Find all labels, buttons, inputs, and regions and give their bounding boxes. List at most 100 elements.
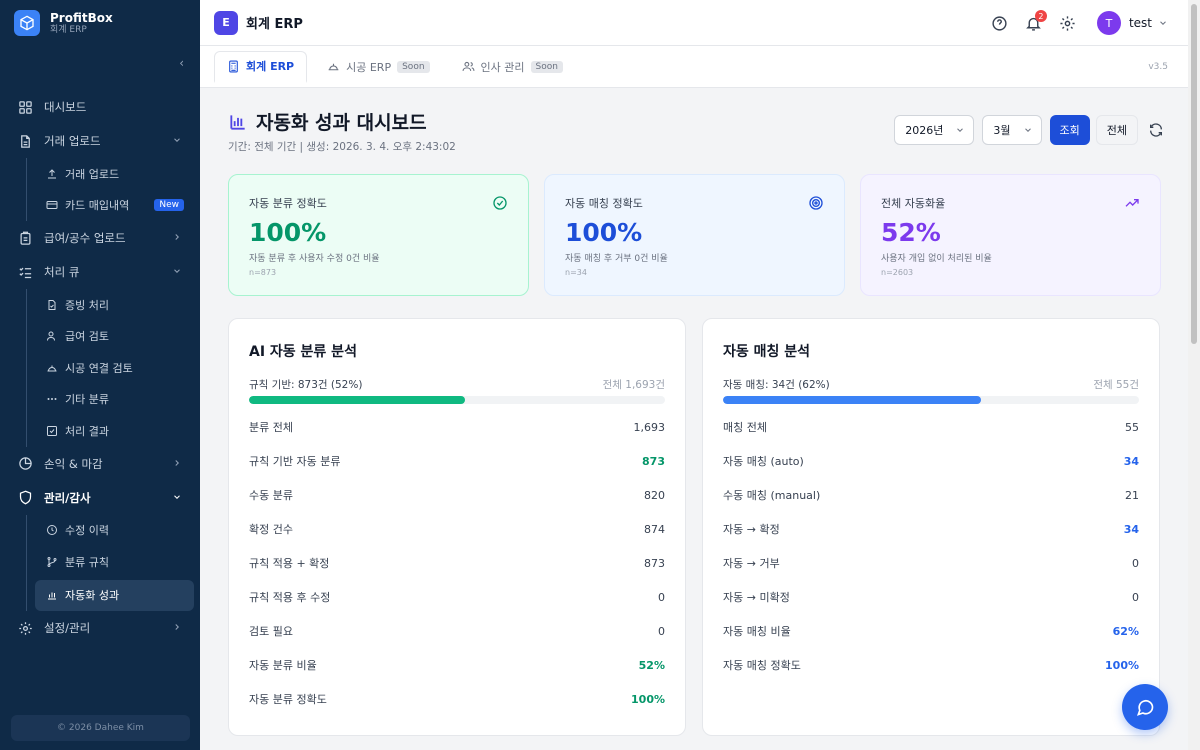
- history-icon: [45, 523, 59, 537]
- tab-accounting-erp[interactable]: 회계 ERP: [214, 50, 308, 83]
- stat-value: 21: [1125, 488, 1139, 502]
- stat-value: 100%: [1105, 658, 1139, 672]
- progress-total: 전체 55건: [1093, 379, 1139, 391]
- sidebar-subitem-results[interactable]: 처리 결과: [27, 415, 200, 447]
- version-label: v3.5: [1148, 62, 1168, 72]
- sidebar-subitem-label: 증빙 처리: [65, 298, 109, 312]
- sidebar-item-transaction-upload[interactable]: 거래 업로드: [0, 124, 200, 158]
- stat-label: 자동 → 확정: [723, 523, 780, 536]
- stat-value: 0: [1132, 556, 1139, 570]
- search-button[interactable]: 조회: [1049, 115, 1090, 145]
- progress-fill: [249, 396, 466, 404]
- avatar[interactable]: T: [1096, 11, 1121, 35]
- users-icon: [462, 60, 475, 73]
- chevron-down-icon: [172, 492, 182, 502]
- filters: 2026년 3월 조회 전체: [894, 115, 1164, 145]
- tab-hr[interactable]: 인사 관리 Soon: [450, 51, 575, 83]
- sidebar-subitem-other[interactable]: 기타 분류: [27, 384, 200, 416]
- stat-value: 1,693: [633, 420, 666, 434]
- stat-label: 규칙 적용 후 수정: [249, 591, 331, 604]
- sidebar-nav: 대시보드 거래 업로드 거래 업로드 카드 매입내역 New 급여/공수 업로드: [0, 90, 200, 645]
- kpi-automation-rate: 전체 자동화율 52% 사용자 개입 없이 처리된 비율 n=2603: [860, 174, 1161, 296]
- panel-title: 자동 매칭 분석: [723, 344, 811, 360]
- stat-value: 34: [1123, 454, 1139, 468]
- stat-value: 820: [644, 488, 665, 502]
- credit-card-icon: [45, 198, 59, 212]
- help-icon[interactable]: [989, 12, 1011, 34]
- sidebar-subitem-transaction-upload[interactable]: 거래 업로드: [27, 158, 200, 190]
- sidebar-subitem-label: 카드 매입내역: [65, 199, 130, 213]
- chat-button[interactable]: [1122, 684, 1168, 730]
- page-title: 자동화 성과 대시보드: [228, 108, 427, 135]
- bar-chart-icon: [45, 588, 59, 602]
- sidebar-subitem-construction-link[interactable]: 시공 연결 검토: [27, 352, 200, 384]
- stat-label: 수동 매칭 (manual): [723, 489, 821, 502]
- stat-row: 자동 → 미확정 0: [723, 580, 1139, 614]
- refresh-icon[interactable]: [1148, 122, 1164, 138]
- bell-icon[interactable]: 2: [1023, 10, 1047, 34]
- stat-label: 분류 전체: [249, 421, 293, 434]
- sidebar-subitem-card-purchases[interactable]: 카드 매입내역 New: [27, 190, 200, 222]
- stat-row: 수동 분류 820: [249, 478, 665, 512]
- stat-label: 자동 → 거부: [723, 557, 780, 570]
- sidebar-subitem-evidence[interactable]: 증빙 처리: [27, 289, 200, 321]
- all-period-button[interactable]: 전체: [1095, 115, 1138, 145]
- copyright: © 2026 Dahee Kim: [11, 715, 190, 741]
- page-title-text: 자동화 성과 대시보드: [256, 112, 427, 134]
- stat-row: 규칙 적용 + 확정 873: [249, 546, 665, 580]
- tab-construction-erp[interactable]: 시공 ERP Soon: [315, 51, 441, 83]
- gear-icon[interactable]: [1057, 12, 1079, 34]
- stat-label: 자동 분류 비율: [249, 659, 317, 672]
- sidebar-subitem-edit-history[interactable]: 수정 이력: [27, 515, 200, 547]
- cube-icon: [14, 10, 40, 36]
- stat-value: 0: [658, 624, 665, 638]
- stat-row: 자동 매칭 비율 62%: [723, 614, 1139, 648]
- stat-label: 자동 분류 정확도: [249, 693, 327, 706]
- pie-chart-icon: [16, 455, 34, 473]
- sidebar-subitem-label: 처리 결과: [65, 424, 109, 438]
- month-select[interactable]: 3월: [982, 115, 1042, 145]
- chevron-down-icon[interactable]: [1158, 18, 1168, 28]
- sidebar-subitem-label: 수정 이력: [65, 524, 109, 538]
- stat-value: 873: [642, 454, 665, 468]
- year-select[interactable]: 2026년: [894, 115, 975, 145]
- sidebar-item-settings[interactable]: 설정/관리: [0, 611, 200, 645]
- page-scrollbar[interactable]: [1188, 0, 1200, 750]
- sidebar-subitem-payroll-review[interactable]: 급여 검토: [27, 321, 200, 353]
- module-tabs: 회계 ERP 시공 ERP Soon 인사 관리 Soon v3.5: [200, 46, 1188, 88]
- auto-matching-panel: 자동 매칭 분석 자동 매칭: 34건 (62%) 전체 55건 매칭 전체 55…: [702, 318, 1160, 736]
- sidebar-item-payroll-upload[interactable]: 급여/공수 업로드: [0, 221, 200, 255]
- app-title: 회계 ERP: [246, 17, 303, 32]
- kpi-value: 100%: [565, 218, 643, 247]
- stat-row: 자동 → 확정 34: [723, 512, 1139, 546]
- upload-submenu: 거래 업로드 카드 매입내역 New: [26, 158, 200, 221]
- scrollbar-thumb[interactable]: [1191, 4, 1197, 344]
- progress-label: 자동 매칭: 34건 (62%): [723, 379, 830, 391]
- stat-value: 873: [644, 556, 665, 570]
- sidebar-item-processing-queue[interactable]: 처리 큐: [0, 255, 200, 289]
- sidebar-subitem-automation-performance[interactable]: 자동화 성과: [35, 579, 194, 611]
- kpi-label: 자동 분류 정확도: [249, 197, 327, 210]
- progress-header: 규칙 기반: 873건 (52%) 전체 1,693건: [249, 377, 665, 392]
- sidebar-item-label: 거래 업로드: [44, 134, 101, 148]
- collapse-sidebar-icon[interactable]: ‹: [179, 56, 184, 70]
- panel-title: AI 자동 분류 분석: [249, 344, 357, 360]
- chevron-down-icon: [172, 266, 182, 276]
- sidebar-subitem-label: 시공 연결 검토: [65, 361, 133, 375]
- brand[interactable]: ProfitBox 회계 ERP: [0, 0, 200, 46]
- kpi-value: 100%: [249, 218, 327, 247]
- kpi-sample-size: n=34: [565, 268, 587, 277]
- user-name[interactable]: test: [1129, 16, 1152, 30]
- sidebar-item-pnl-close[interactable]: 손익 & 마감: [0, 447, 200, 481]
- soon-badge: Soon: [397, 60, 430, 73]
- stat-label: 규칙 적용 + 확정: [249, 557, 330, 570]
- file-check-icon: [45, 298, 59, 312]
- sidebar-subitem-rules[interactable]: 분류 규칙: [27, 546, 200, 578]
- stat-row: 자동 분류 정확도 100%: [249, 682, 665, 716]
- stat-row: 검토 필요 0: [249, 614, 665, 648]
- stat-value: 55: [1125, 420, 1139, 434]
- stat-label: 매칭 전체: [723, 421, 767, 434]
- user-icon: [45, 329, 59, 343]
- sidebar-item-dashboard[interactable]: 대시보드: [0, 90, 200, 124]
- sidebar-item-admin-audit[interactable]: 관리/감사: [0, 481, 200, 515]
